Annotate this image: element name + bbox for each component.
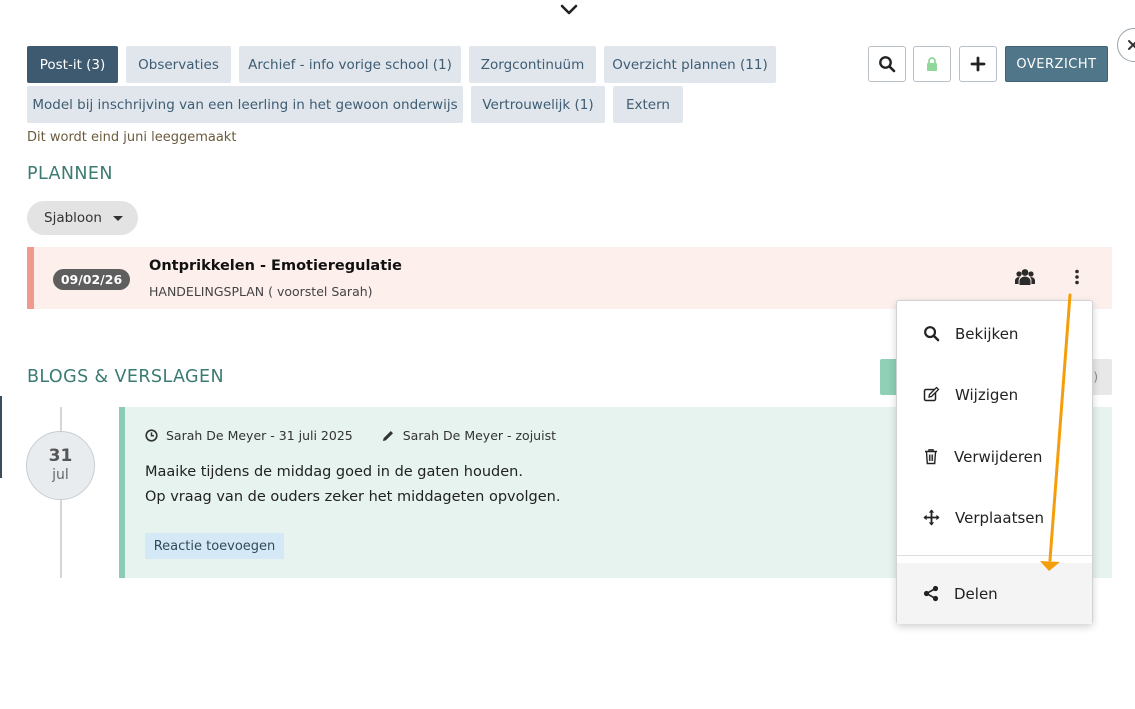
overzicht-button[interactable]: OVERZICHT: [1005, 46, 1108, 82]
clock-icon: [145, 429, 158, 442]
blog-author-edited: Sarah De Meyer - zojuist: [402, 428, 556, 443]
pencil-icon: [382, 430, 393, 441]
tab-observaties[interactable]: Observaties: [126, 46, 231, 83]
close-icon: [1128, 40, 1135, 50]
lock-icon: [927, 57, 937, 71]
add-button[interactable]: [959, 46, 997, 82]
tab-vertrouwelijk[interactable]: Vertrouwelijk (1): [471, 86, 605, 123]
menu-item-bekijken[interactable]: Bekijken: [897, 303, 1092, 364]
context-menu: Bekijken Wijzigen Verwijderen Verplaatse…: [896, 300, 1093, 624]
menu-item-verwijderen[interactable]: Verwijderen: [897, 426, 1092, 487]
plan-date-badge: 09/02/26: [53, 269, 130, 290]
tab-extern[interactable]: Extern: [613, 86, 683, 123]
sjabloon-dropdown[interactable]: Sjabloon: [27, 201, 138, 235]
info-note: Dit wordt eind juni leeggemaakt: [27, 130, 237, 145]
sjabloon-label: Sjabloon: [44, 210, 102, 226]
lock-button[interactable]: [913, 46, 951, 82]
plan-subtitle: HANDELINGSPLAN ( voorstel Sarah): [149, 284, 373, 299]
blog-author-created: Sarah De Meyer - 31 juli 2025: [166, 428, 353, 443]
move-icon: [923, 509, 940, 526]
blogs-title: BLOGS & VERSLAGEN: [27, 367, 224, 387]
tab-model-inschrijving[interactable]: Model bij inschrijving van een leerling …: [27, 86, 463, 123]
tab-overzicht-plannen[interactable]: Overzicht plannen (11): [604, 46, 776, 83]
more-vertical-icon[interactable]: [1074, 269, 1080, 285]
blog-text-line: Maaike tijdens de middag goed in de gate…: [145, 464, 523, 480]
caret-down-icon: [113, 215, 123, 221]
menu-item-wijzigen[interactable]: Wijzigen: [897, 364, 1092, 425]
blog-date-day: 31: [48, 446, 73, 466]
share-icon: [923, 585, 939, 602]
edit-icon: [923, 386, 940, 402]
menu-item-verplaatsen[interactable]: Verplaatsen: [897, 487, 1092, 548]
left-scroll-indicator: [0, 396, 2, 478]
trash-icon: [925, 449, 937, 465]
users-icon[interactable]: [1015, 268, 1035, 286]
blog-date-circle: 31 jul: [26, 431, 95, 500]
search-button[interactable]: [868, 46, 906, 82]
blog-meta: Sarah De Meyer - 31 juli 2025 Sarah De M…: [145, 428, 556, 443]
menu-item-label: Verplaatsen: [955, 508, 1044, 527]
blog-text: Maaike tijdens de middag goed in de gate…: [145, 460, 560, 510]
tab-archief[interactable]: Archief - info vorige school (1): [239, 46, 461, 83]
menu-item-label: Bekijken: [955, 324, 1019, 343]
plan-title[interactable]: Ontprikkelen - Emotieregulatie: [149, 258, 402, 274]
menu-item-delen[interactable]: Delen: [897, 563, 1092, 624]
menu-item-label: Delen: [954, 584, 998, 603]
tab-zorgcontinuum[interactable]: Zorgcontinuüm: [469, 46, 596, 83]
search-icon: [924, 326, 940, 342]
add-reaction-button[interactable]: Reactie toevoegen: [145, 533, 284, 559]
blog-date-month: jul: [52, 467, 69, 483]
search-icon: [879, 56, 896, 73]
plus-icon: [970, 56, 986, 72]
menu-item-label: Verwijderen: [954, 447, 1043, 466]
chevron-down-icon[interactable]: [560, 3, 578, 17]
tab-post-it[interactable]: Post-it (3): [27, 46, 118, 83]
plannen-title: PLANNEN: [27, 164, 113, 184]
collapse-panel-button[interactable]: [1117, 28, 1135, 62]
blog-filter-label: ): [1093, 370, 1098, 384]
menu-separator: [897, 555, 1092, 556]
menu-item-label: Wijzigen: [955, 385, 1019, 404]
blog-text-line: Op vraag van de ouders zeker het middage…: [145, 489, 561, 505]
